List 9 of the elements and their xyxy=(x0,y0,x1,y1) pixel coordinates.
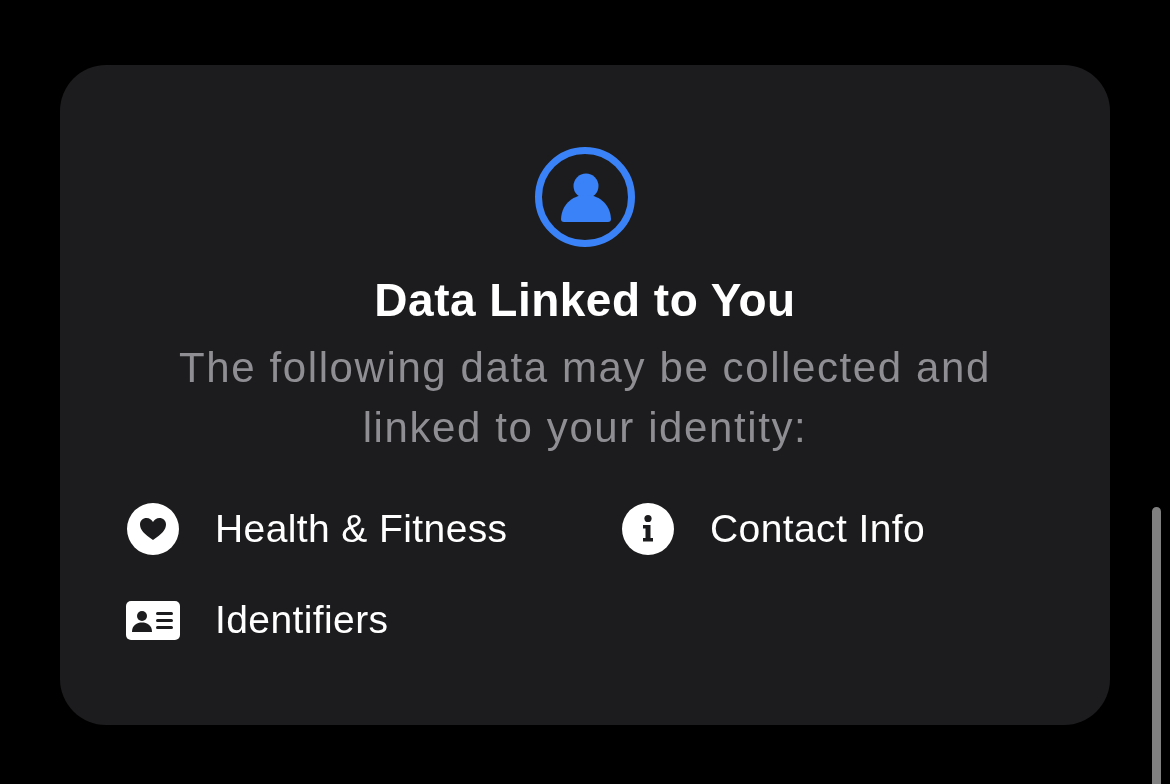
id-card-icon xyxy=(126,600,180,640)
card-description: The following data may be collected and linked to your identity: xyxy=(178,343,992,453)
person-circle-icon xyxy=(535,147,635,247)
data-category-label: Health & Fitness xyxy=(215,506,508,552)
scrollbar-thumb[interactable] xyxy=(1152,507,1161,784)
info-icon xyxy=(622,503,674,555)
data-category-label: Contact Info xyxy=(710,506,926,552)
data-category-label: Identifiers xyxy=(215,597,389,643)
card-title: Data Linked to You xyxy=(374,274,796,326)
